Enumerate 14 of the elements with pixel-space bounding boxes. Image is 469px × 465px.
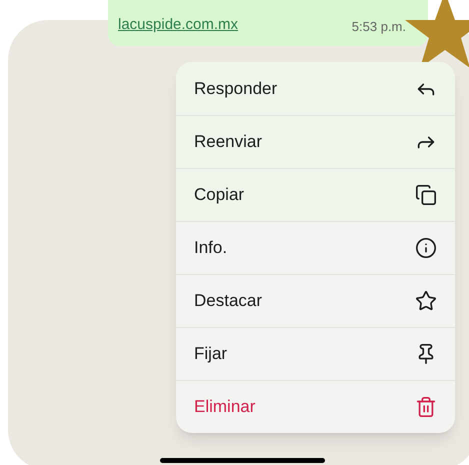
message-link[interactable]: lacuspide.com.mx xyxy=(118,14,238,36)
menu-item[interactable]: Copiar xyxy=(176,168,455,221)
message-time: 5:53 p.m. xyxy=(352,18,406,36)
info-icon xyxy=(415,237,437,259)
menu-item[interactable]: Responder xyxy=(176,62,455,115)
menu-item[interactable]: Destacar xyxy=(176,274,455,327)
star-sticker-icon xyxy=(405,0,469,70)
copy-icon xyxy=(415,184,437,206)
menu-item[interactable]: Eliminar xyxy=(176,380,455,433)
menu-item[interactable]: Reenviar xyxy=(176,115,455,168)
menu-item[interactable]: Fijar xyxy=(176,327,455,380)
star-icon xyxy=(415,290,437,312)
menu-item[interactable]: Info. xyxy=(176,221,455,274)
trash-icon xyxy=(415,396,437,418)
